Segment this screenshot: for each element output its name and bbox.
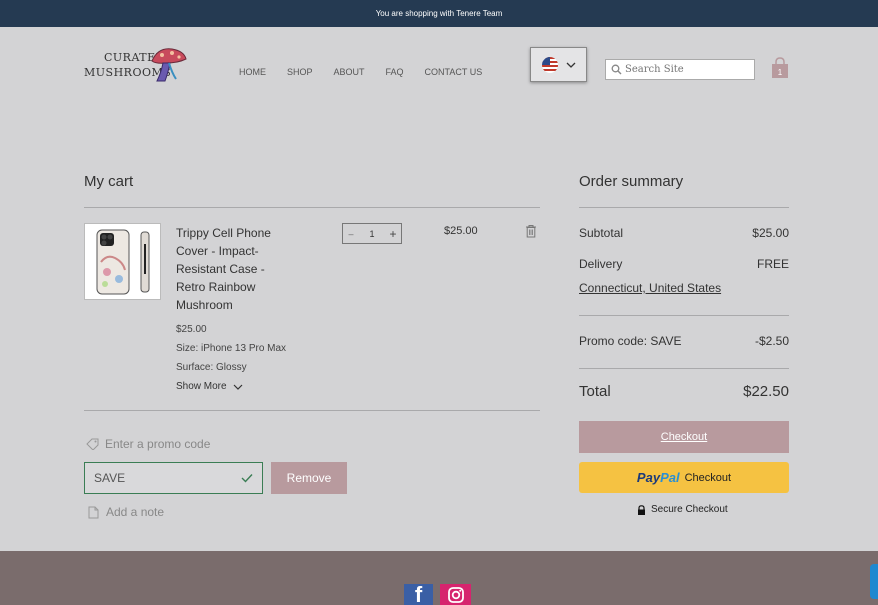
announcement-bar: You are shopping with Tenere Team — [0, 0, 878, 27]
subtotal-row: Subtotal $25.00 — [579, 226, 789, 240]
promo-row: Promo code: SAVE -$2.50 — [579, 334, 789, 348]
chat-widget-tab[interactable] — [870, 564, 878, 599]
line-item-price: $25.00 — [444, 225, 478, 237]
chevron-down-icon — [566, 62, 575, 68]
delivery-value: FREE — [756, 257, 789, 271]
mushroom-icon — [151, 48, 187, 82]
facebook-icon[interactable]: f — [404, 584, 433, 605]
lock-icon — [638, 504, 645, 515]
decrease-quantity-button[interactable]: – — [343, 229, 359, 239]
paypal-logo: PayPal — [637, 470, 680, 485]
tag-icon — [86, 438, 99, 450]
us-flag-icon — [541, 56, 558, 73]
trash-icon[interactable] — [525, 224, 537, 238]
promo-code-input[interactable]: SAVE — [84, 462, 263, 494]
nav-about[interactable]: ABOUT — [334, 67, 365, 77]
nav-shop[interactable]: SHOP — [287, 67, 313, 77]
product-unit-price: $25.00 — [176, 324, 207, 335]
delivery-row: Delivery FREE — [579, 257, 789, 271]
divider — [579, 368, 789, 369]
instagram-icon[interactable] — [440, 584, 471, 605]
announcement-text: You are shopping with Tenere Team — [375, 9, 503, 18]
phone-case-image — [96, 229, 150, 295]
search-box[interactable] — [605, 59, 755, 80]
promo-code-value: SAVE — [94, 471, 126, 485]
divider — [579, 315, 789, 316]
promo-code-link[interactable]: Enter a promo code — [86, 437, 210, 451]
product-name[interactable]: Trippy Cell Phone Cover - Impact-Resista… — [176, 224, 296, 314]
site-logo[interactable]: CURATED MUSHROOMS — [84, 45, 190, 89]
paypal-logo-pal: Pal — [660, 470, 680, 485]
checkmark-icon — [241, 474, 253, 483]
divider — [579, 207, 789, 208]
shopping-bag-icon[interactable]: 1 — [771, 57, 789, 79]
quantity-value[interactable]: 1 — [359, 229, 385, 239]
product-thumbnail[interactable] — [84, 223, 161, 300]
show-more-label: Show More — [176, 381, 227, 392]
language-selector[interactable] — [530, 47, 587, 82]
subtotal-value: $25.00 — [752, 226, 789, 240]
paypal-logo-pay: Pay — [636, 470, 661, 485]
cart-count: 1 — [778, 68, 783, 77]
quantity-stepper[interactable]: – 1 + — [342, 223, 402, 244]
show-more-button[interactable]: Show More — [176, 381, 243, 392]
add-note-link[interactable]: Add a note — [88, 505, 164, 519]
secure-checkout-label: Secure Checkout — [651, 504, 728, 515]
checkout-button[interactable]: Checkout — [579, 421, 789, 453]
secure-checkout-note: Secure Checkout — [637, 504, 728, 515]
instagram-glyph — [447, 586, 464, 603]
subtotal-label: Subtotal — [579, 226, 624, 240]
order-summary-title: Order summary — [579, 173, 684, 190]
promo-label: Promo code: SAVE — [579, 334, 682, 348]
divider — [84, 207, 540, 208]
paypal-checkout-button[interactable]: PayPal Checkout — [579, 462, 789, 493]
product-surface: Surface: Glossy — [176, 362, 247, 373]
site-footer: f — [0, 551, 878, 605]
promo-discount: -$2.50 — [754, 334, 789, 348]
shipping-location-link[interactable]: Connecticut, United States — [579, 281, 721, 295]
main-nav: HOME SHOP ABOUT FAQ CONTACT US — [239, 67, 503, 77]
product-size: Size: iPhone 13 Pro Max — [176, 343, 287, 354]
site-header: CURATED MUSHROOMS HOME SHOP ABOUT FAQ CO… — [0, 27, 878, 107]
note-icon — [88, 506, 99, 518]
divider — [84, 410, 540, 411]
search-input[interactable] — [625, 64, 750, 75]
nav-home[interactable]: HOME — [239, 67, 266, 77]
paypal-checkout-label: Checkout — [684, 471, 732, 484]
search-icon — [611, 64, 622, 75]
total-value: $22.50 — [743, 383, 789, 400]
remove-promo-button[interactable]: Remove — [271, 462, 347, 494]
nav-faq[interactable]: FAQ — [386, 67, 404, 77]
add-note-label: Add a note — [106, 505, 165, 519]
total-row: Total $22.50 — [579, 383, 789, 400]
nav-contact-us[interactable]: CONTACT US — [425, 67, 483, 77]
total-label: Total — [579, 383, 611, 400]
chevron-down-icon — [233, 384, 243, 390]
delivery-label: Delivery — [579, 257, 623, 271]
promo-code-label: Enter a promo code — [105, 437, 211, 451]
cart-title: My cart — [84, 173, 134, 190]
increase-quantity-button[interactable]: + — [385, 227, 401, 241]
